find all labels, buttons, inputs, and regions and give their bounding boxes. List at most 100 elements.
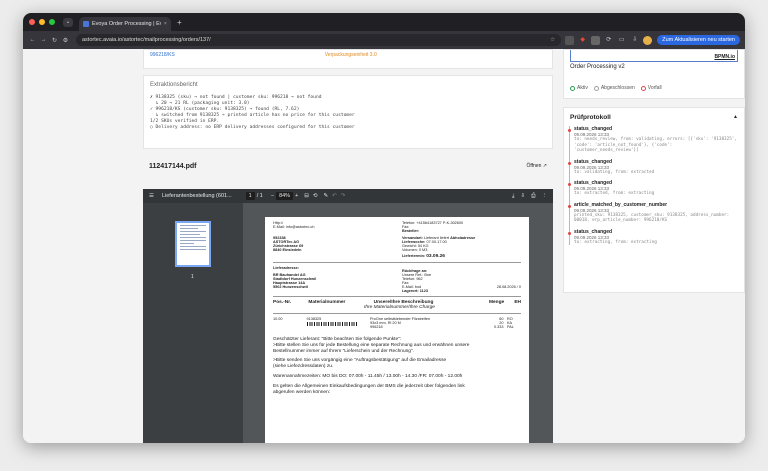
doc-text: Lagerort: 1123: [401, 289, 428, 293]
address-bar[interactable]: astortec.avaia.io/astortec/mailprocessin…: [76, 34, 562, 46]
doc-text: Abholadresse: [450, 236, 476, 240]
extraction-line: ○ Delivery address: no ERP delivery addr…: [150, 125, 355, 130]
audit-log-title: Prüfprotokoll: [570, 114, 611, 121]
bpmn-logo: BPMN.io: [714, 54, 735, 60]
doc-text: Lieferadresse:: [273, 266, 299, 270]
redo-icon[interactable]: ↷: [341, 193, 346, 199]
site-info-icon[interactable]: ⚙: [61, 37, 70, 44]
extension-icon[interactable]: [565, 35, 575, 45]
extraction-heading: Extraktionsbericht: [150, 82, 198, 88]
sidebar-icon[interactable]: ▭: [617, 36, 626, 45]
print-icon[interactable]: ⎙: [531, 193, 535, 200]
browser-tab[interactable]: Evoya Order Processing | Evo ×: [79, 17, 171, 31]
zoom-in-icon[interactable]: +: [295, 193, 298, 199]
log-detail: to: extracted, from: extracting: [574, 191, 655, 196]
doc-text: Besteller:: [401, 229, 420, 233]
erp-sku-link[interactable]: 996218/KS: [150, 52, 175, 66]
new-tab-icon[interactable]: +: [177, 18, 182, 27]
audit-log-list: status_changed 09.09.2026 13:33 to: need…: [564, 126, 738, 245]
doc-column-header: Pos.-Nr.: [273, 300, 292, 305]
incident-dot-icon: [567, 183, 571, 186]
rotate-icon[interactable]: ⟲: [313, 193, 318, 199]
pdf-title: Lieferantenbestellung (601...: [161, 193, 232, 199]
doc-note: Bestellnummer immer auf Ihrem "Liefersch…: [273, 348, 414, 354]
legend-label: Aktiv: [577, 85, 588, 91]
legend: Aktiv Abgeschlossen Vorfall: [570, 85, 738, 91]
reload-icon[interactable]: ↻: [50, 37, 59, 44]
incident-dot-icon: [567, 204, 571, 208]
collapse-icon[interactable]: ▲: [733, 114, 738, 121]
url-text: astortec.avaia.io/astortec/mailprocessin…: [82, 37, 211, 43]
download-pdf-icon[interactable]: ⇩: [520, 193, 525, 199]
extraction-report: Extraktionsbericht ✗ 9138325 (sku) → not…: [143, 75, 553, 149]
doc-note: Warenannahmezeiten: MO bis DO: 07.00h - …: [273, 373, 463, 379]
extension-icon[interactable]: ◆: [578, 36, 587, 45]
legend-item: Abgeschlossen: [593, 85, 635, 91]
pdf-toolbar: ☰ Lieferantenbestellung (601... 1 / 1 − …: [143, 189, 553, 203]
doc-column-header: Menge: [488, 300, 505, 305]
extension-icon[interactable]: ⟳: [604, 36, 613, 45]
active-status-icon: [570, 85, 575, 91]
doc-note: abgerufen werden können:: [273, 389, 331, 395]
tab-bar: ⌄ Evoya Order Processing | Evo × +: [23, 13, 745, 31]
sidebar: BPMN.io Order Processing v2 Aktiv Abgesc…: [563, 49, 745, 443]
browser-window: ⌄ Evoya Order Processing | Evo × + ← → ↻…: [23, 13, 745, 443]
incident-dot-icon: [567, 231, 571, 235]
process-title: Order Processing v2: [570, 64, 625, 70]
doc-text: +41564183727: [416, 221, 442, 225]
audit-log-header[interactable]: Prüfprotokoll ▲: [564, 114, 738, 121]
tab-title: Evoya Order Processing | Evo: [92, 21, 161, 27]
close-tab-icon[interactable]: ×: [164, 21, 167, 27]
doc-cell: 9138325: [306, 317, 322, 321]
doc-text: 8840 Einsiedeln: [273, 248, 302, 252]
page-total: / 1: [256, 193, 263, 199]
incident-dot-icon: [567, 129, 571, 132]
fit-page-icon[interactable]: ⊟: [304, 193, 309, 199]
doc-text: Liefertermin:: [401, 254, 426, 258]
log-detail: printed_sku: 9138325, customer_sku: 9138…: [574, 212, 732, 224]
legend-label: Vorfall: [647, 85, 662, 91]
legend-item: Vorfall: [640, 85, 662, 91]
incident-dot-icon: [567, 161, 571, 165]
doc-text: 0 M3: [418, 248, 428, 252]
log-entry: status_changed 09.09.2026 13:33 to: vali…: [567, 159, 738, 176]
open-pdf-link[interactable]: Öffnen ↗: [527, 163, 548, 169]
doc-column-header: Materialnummer: [308, 300, 346, 305]
forward-icon[interactable]: →: [39, 37, 48, 43]
page-thumbnail[interactable]: [175, 221, 211, 267]
legend-item: Aktiv: [570, 85, 588, 91]
packaging-unit: Verpackungseinheit 3.0: [324, 52, 377, 58]
update-restart-button[interactable]: Zum Aktualisieren neu starten: [657, 35, 740, 45]
pdf-filename: 112417144.pdf: [149, 162, 197, 170]
page-content: 996218/KS Verpackungseinheit 3.0 Extrakt…: [23, 49, 745, 443]
annotate-icon[interactable]: ✎: [324, 193, 329, 199]
main-column: 996218/KS Verpackungseinheit 3.0 Extrakt…: [143, 49, 553, 443]
menu-icon[interactable]: ☰: [149, 193, 154, 199]
zoom-out-icon[interactable]: −: [271, 193, 274, 199]
doc-cell: 10.00: [273, 317, 283, 321]
tab-search-icon[interactable]: ⌄: [63, 17, 73, 27]
process-panel: BPMN.io Order Processing v2 Aktiv Abgesc…: [563, 49, 745, 99]
doc-column-header: EH: [514, 300, 521, 305]
log-detail: to: needs_review, from: validating, erro…: [574, 137, 740, 153]
close-window-button[interactable]: [29, 19, 35, 25]
extension-icon[interactable]: [591, 35, 601, 45]
browser-toolbar: ← → ↻ ⚙ astortec.avaia.io/astortec/mailp…: [23, 31, 745, 49]
save-icon[interactable]: ⤓: [512, 193, 514, 200]
favicon-icon: [83, 21, 89, 27]
minimize-window-button[interactable]: [39, 19, 45, 25]
maximize-window-button[interactable]: [49, 19, 55, 25]
page-number-input[interactable]: 1: [245, 192, 255, 200]
delivery-date: 03.09.26: [426, 254, 445, 259]
incident-status-icon: [640, 85, 646, 91]
profile-avatar[interactable]: [643, 35, 653, 45]
zoom-input[interactable]: 84%: [276, 192, 294, 200]
undo-icon[interactable]: ↶: [332, 193, 337, 199]
legend-label: Abgeschlossen: [600, 85, 635, 91]
doc-cell: 0.333: [493, 325, 504, 329]
back-icon[interactable]: ←: [28, 37, 37, 43]
bpmn-diagram[interactable]: BPMN.io: [570, 50, 738, 62]
bookmark-star-icon[interactable]: ☆: [550, 37, 555, 43]
download-icon[interactable]: ⇩: [630, 36, 639, 45]
more-options-icon[interactable]: ⋮: [542, 193, 548, 199]
